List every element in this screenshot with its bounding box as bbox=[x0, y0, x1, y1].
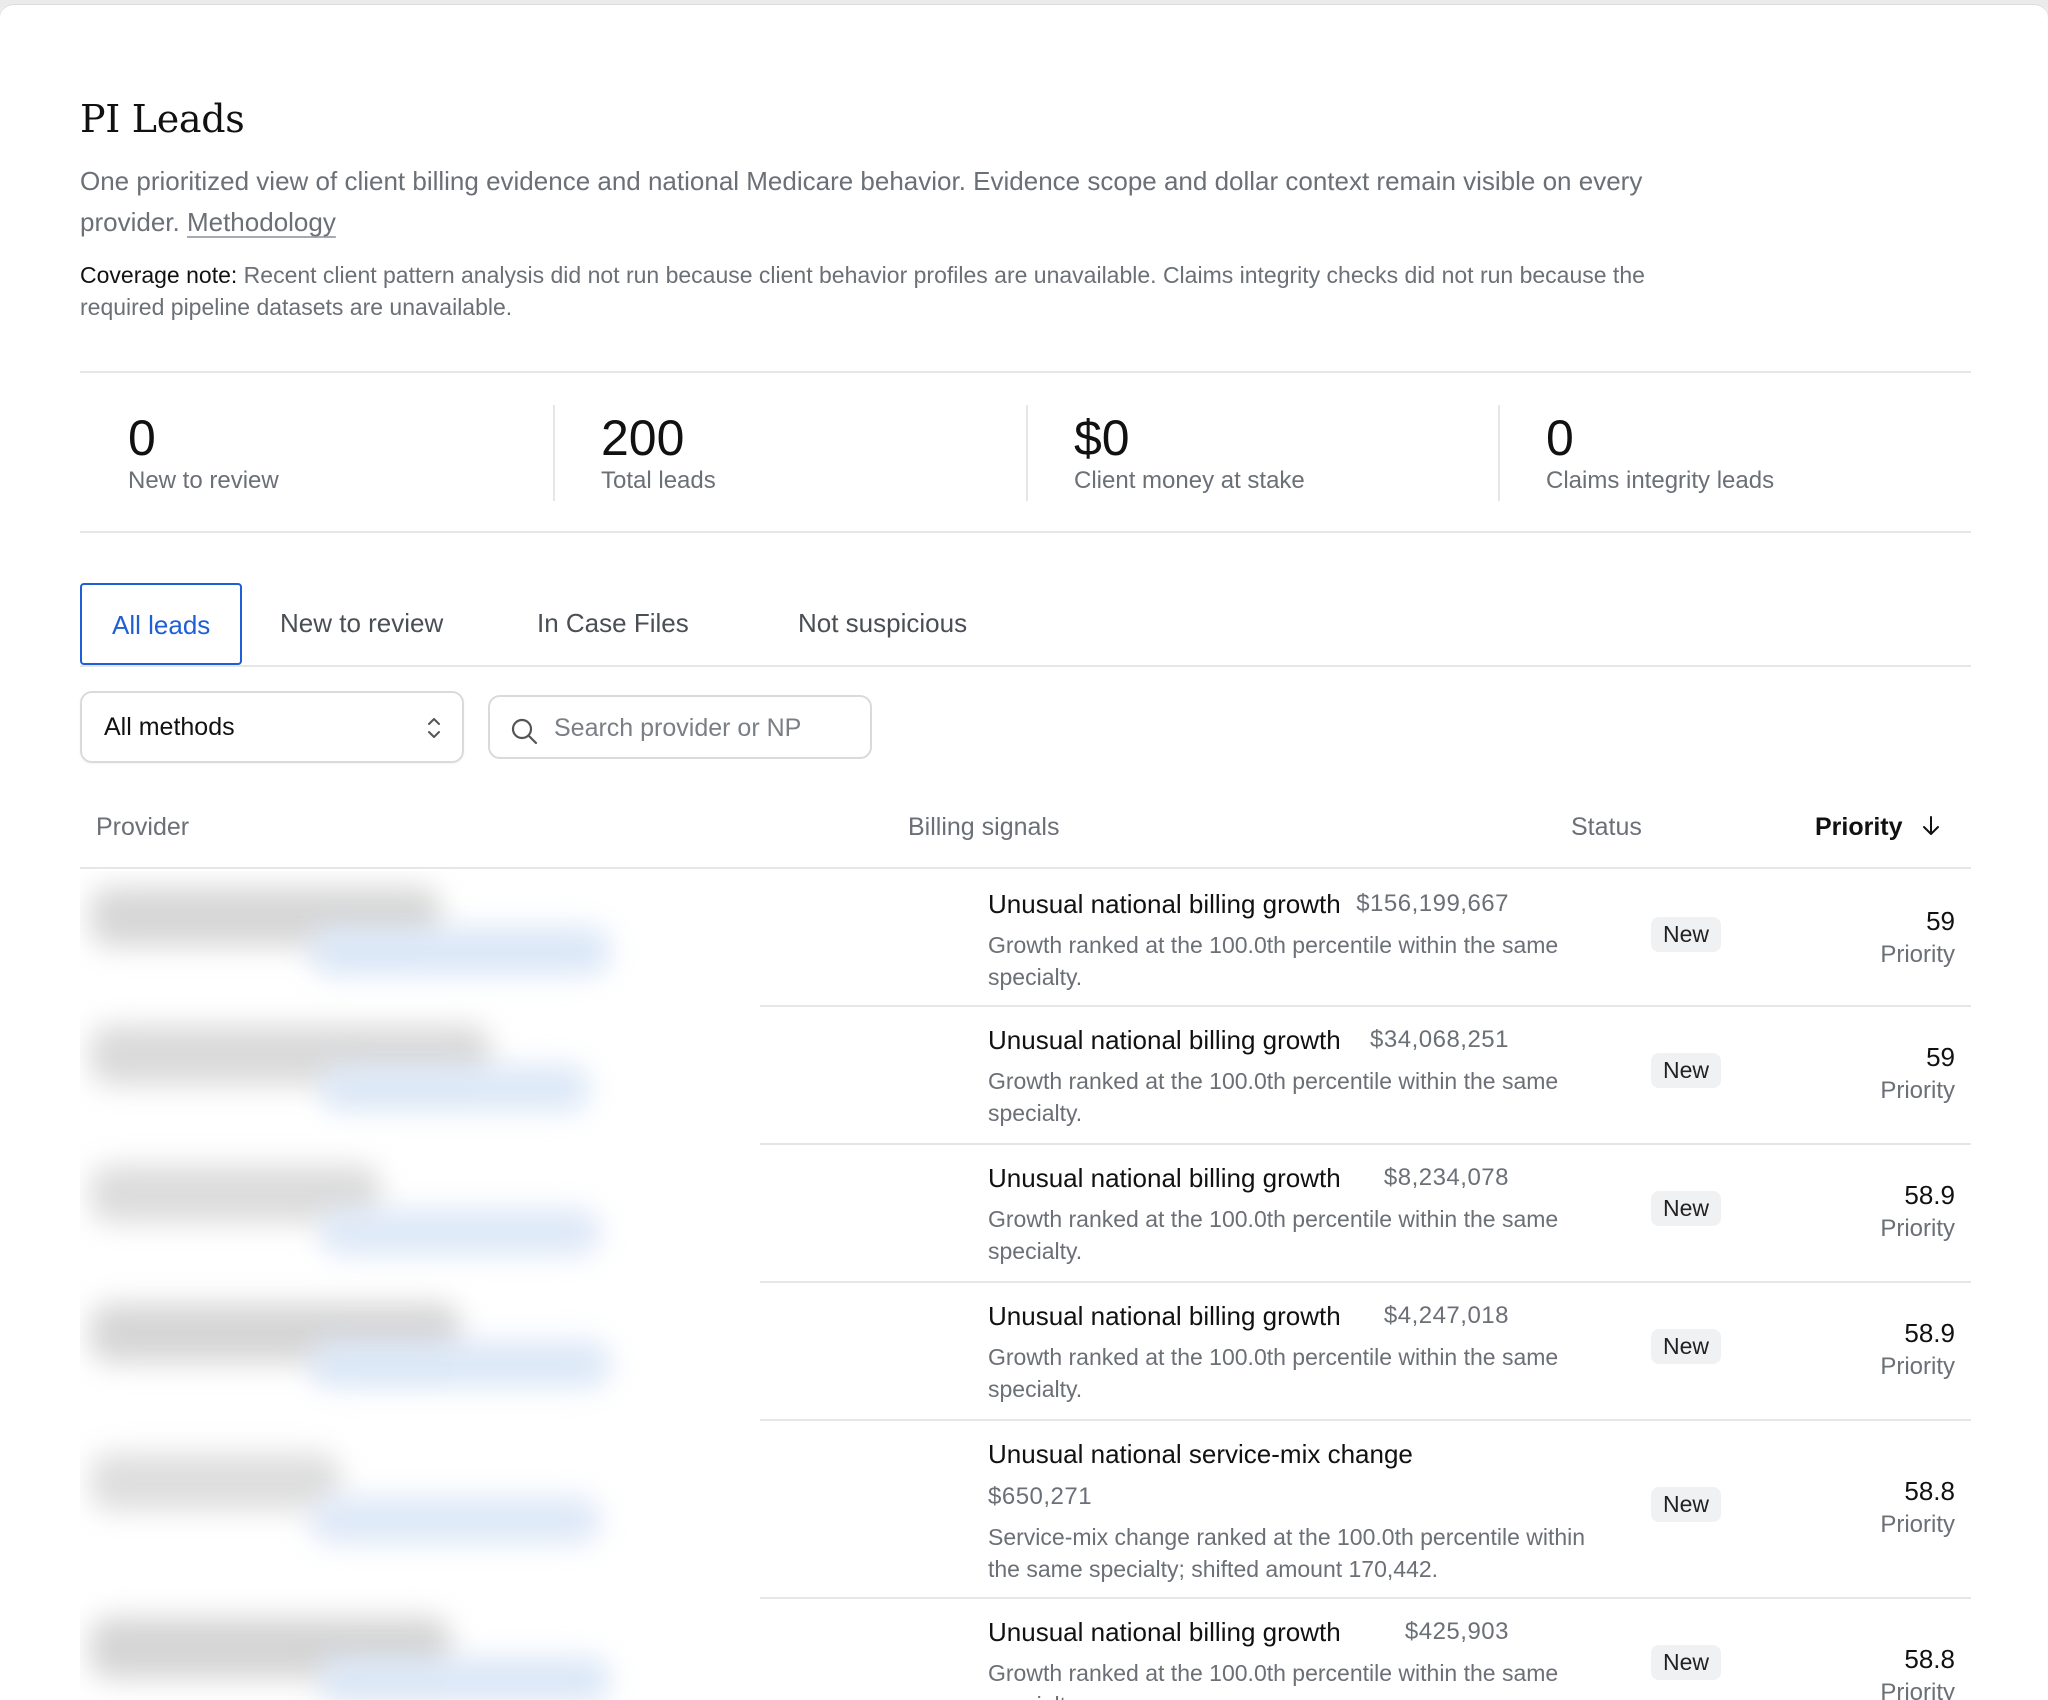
tab-in-case-files[interactable]: In Case Files bbox=[507, 583, 719, 665]
method-select-value: All methods bbox=[104, 713, 235, 741]
priority-value: 59 bbox=[1926, 906, 1955, 936]
signal-amount: $4,247,018 bbox=[1383, 1302, 1509, 1329]
signal-description: Growth ranked at the 100.0th percentile … bbox=[988, 932, 1559, 990]
signal-description: Growth ranked at the 100.0th percentile … bbox=[988, 1660, 1559, 1700]
stat-client-money: $0 Client money at stake bbox=[1026, 405, 1498, 501]
tab-not-suspicious[interactable]: Not suspicious bbox=[768, 583, 997, 665]
stat-label: Total leads bbox=[601, 467, 716, 494]
signal-description: Growth ranked at the 100.0th percentile … bbox=[988, 1344, 1559, 1402]
stat-value: $0 bbox=[1074, 410, 1130, 466]
methodology-link[interactable]: Methodology bbox=[187, 207, 336, 237]
stats-row: 0 New to review 200 Total leads $0 Clien… bbox=[80, 371, 1971, 533]
priority-value: 58.8 bbox=[1904, 1476, 1955, 1506]
signal-description: Growth ranked at the 100.0th percentile … bbox=[988, 1206, 1559, 1264]
search-input[interactable] bbox=[554, 709, 854, 747]
column-header-provider[interactable]: Provider bbox=[96, 813, 189, 842]
status-badge: New bbox=[1651, 1645, 1722, 1680]
search-icon bbox=[511, 718, 538, 745]
column-header-billing-signals[interactable]: Billing signals bbox=[908, 813, 1059, 842]
signal-title: Unusual national billing growth bbox=[988, 1301, 1341, 1331]
app-window: PI Leads One prioritized view of client … bbox=[0, 4, 2048, 1700]
signal-amount: $156,199,667 bbox=[1356, 890, 1509, 917]
table-row[interactable]: Unusual national billing growth $8,234,0… bbox=[760, 1145, 1971, 1283]
status-badge: New bbox=[1651, 1487, 1722, 1522]
priority-header-label: Priority bbox=[1815, 813, 1903, 841]
signal-amount: $34,068,251 bbox=[1370, 1026, 1509, 1053]
divider bbox=[80, 531, 1971, 533]
redacted-provider-name bbox=[90, 1453, 340, 1511]
table-row[interactable]: Unusual national billing growth $425,903… bbox=[760, 1599, 1971, 1700]
redacted-provider-link bbox=[310, 1341, 610, 1387]
signal-title: Unusual national billing growth bbox=[988, 889, 1341, 919]
priority-cell: 58.8 Priority bbox=[1880, 1643, 1955, 1700]
coverage-text: Recent client pattern analysis did not r… bbox=[80, 262, 1645, 320]
priority-value: 58.9 bbox=[1904, 1318, 1955, 1348]
redacted-provider-link bbox=[320, 1657, 610, 1700]
stat-label: Claims integrity leads bbox=[1546, 467, 1775, 494]
table-row[interactable]: Unusual national service-mix change $650… bbox=[760, 1421, 1971, 1599]
chevron-up-down-icon bbox=[428, 718, 440, 738]
page-title: PI Leads bbox=[80, 97, 245, 141]
table-row[interactable]: Unusual national billing growth $4,247,0… bbox=[760, 1283, 1971, 1421]
priority-cell: 58.9 Priority bbox=[1880, 1179, 1955, 1247]
coverage-note: Coverage note: Recent client pattern ana… bbox=[80, 259, 1700, 323]
priority-label: Priority bbox=[1880, 1077, 1955, 1104]
stat-new-to-review: 0 New to review bbox=[80, 405, 552, 501]
table-row[interactable]: Unusual national billing growth $34,068,… bbox=[760, 1007, 1971, 1145]
stat-label: New to review bbox=[128, 467, 279, 494]
priority-value: 58.8 bbox=[1904, 1644, 1955, 1674]
signal-title: Unusual national billing growth bbox=[988, 1025, 1341, 1055]
priority-cell: 59 Priority bbox=[1880, 905, 1955, 973]
priority-cell: 59 Priority bbox=[1880, 1041, 1955, 1109]
tabs-divider bbox=[80, 665, 1971, 667]
lead-tabs: All leads New to review In Case Files No… bbox=[80, 583, 1971, 667]
signal-title: Unusual national service-mix change bbox=[988, 1439, 1413, 1469]
stat-label: Client money at stake bbox=[1074, 467, 1305, 494]
stat-divider bbox=[1498, 405, 1500, 501]
status-badge: New bbox=[1651, 917, 1722, 952]
priority-value: 58.9 bbox=[1904, 1180, 1955, 1210]
stat-total-leads: 200 Total leads bbox=[553, 405, 1025, 501]
stat-value: 0 bbox=[1546, 410, 1574, 466]
signal-description: Service-mix change ranked at the 100.0th… bbox=[988, 1524, 1586, 1582]
priority-label: Priority bbox=[1880, 1353, 1955, 1380]
page-subtitle: One prioritized view of client billing e… bbox=[80, 161, 1680, 243]
priority-label: Priority bbox=[1880, 1679, 1955, 1700]
redacted-provider-link bbox=[310, 1497, 600, 1543]
signal-description: Growth ranked at the 100.0th percentile … bbox=[988, 1068, 1559, 1126]
signal-title: Unusual national billing growth bbox=[988, 1617, 1341, 1647]
status-badge: New bbox=[1651, 1191, 1722, 1226]
stat-value: 0 bbox=[128, 410, 156, 466]
provider-column-redacted bbox=[80, 871, 780, 1700]
priority-cell: 58.8 Priority bbox=[1880, 1475, 1955, 1543]
priority-value: 59 bbox=[1926, 1042, 1955, 1072]
column-header-status[interactable]: Status bbox=[1571, 813, 1642, 842]
search-box[interactable] bbox=[488, 695, 872, 759]
stat-divider bbox=[1026, 405, 1028, 501]
signal-title: Unusual national billing growth bbox=[988, 1163, 1341, 1193]
priority-label: Priority bbox=[1880, 1511, 1955, 1538]
table-header: Provider Billing signals Status Priority bbox=[80, 795, 1971, 869]
redacted-provider-link bbox=[320, 1065, 590, 1111]
status-badge: New bbox=[1651, 1053, 1722, 1088]
redacted-provider-link bbox=[310, 927, 610, 975]
table-row[interactable]: Unusual national billing growth $156,199… bbox=[760, 869, 1971, 1007]
method-select[interactable]: All methods bbox=[80, 691, 464, 763]
stat-claims-integrity: 0 Claims integrity leads bbox=[1498, 405, 1970, 501]
column-header-priority[interactable]: Priority bbox=[1815, 813, 1943, 842]
signal-amount: $650,271 bbox=[988, 1483, 1093, 1510]
arrow-down-icon bbox=[1923, 816, 1940, 835]
coverage-label: Coverage note: bbox=[80, 262, 238, 288]
tab-all-leads[interactable]: All leads bbox=[80, 583, 243, 665]
stat-value: 200 bbox=[601, 410, 685, 466]
stat-divider bbox=[553, 405, 555, 501]
status-badge: New bbox=[1651, 1329, 1722, 1364]
tab-new-to-review[interactable]: New to review bbox=[250, 583, 473, 665]
priority-label: Priority bbox=[1880, 1215, 1955, 1242]
signal-amount: $8,234,078 bbox=[1383, 1164, 1509, 1191]
priority-cell: 58.9 Priority bbox=[1880, 1317, 1955, 1385]
signal-amount: $425,903 bbox=[1404, 1618, 1509, 1645]
redacted-provider-link bbox=[320, 1209, 600, 1255]
priority-label: Priority bbox=[1880, 941, 1955, 968]
